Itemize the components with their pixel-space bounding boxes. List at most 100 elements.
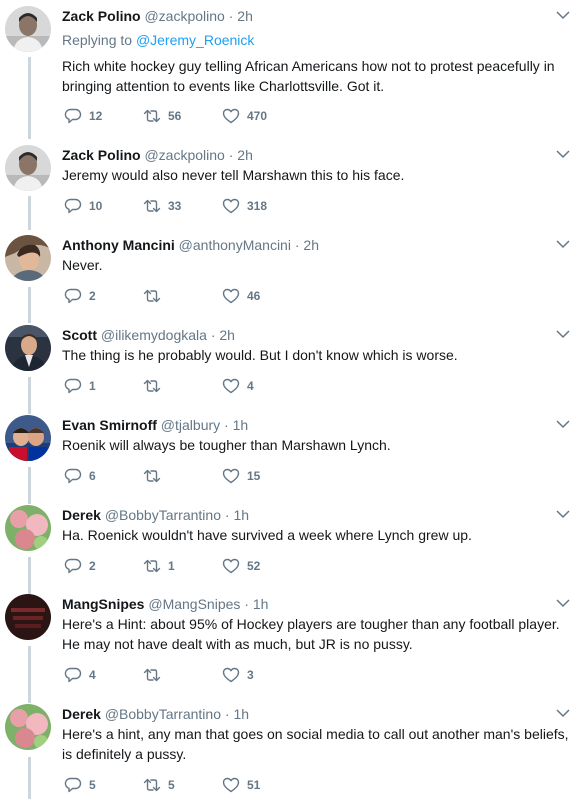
separator: · (224, 706, 230, 722)
reply-icon (64, 777, 82, 793)
display-name[interactable]: Derek (62, 706, 101, 722)
chevron-down-icon[interactable] (556, 239, 570, 249)
avatar[interactable] (5, 325, 51, 371)
chevron-down-icon[interactable] (556, 329, 570, 339)
tweet-text: Ha. Roenick wouldn't have survived a wee… (62, 527, 472, 543)
avatar[interactable] (5, 145, 51, 191)
retweet-button[interactable] (143, 376, 168, 396)
retweet-icon (143, 469, 161, 483)
chevron-down-icon[interactable] (556, 419, 570, 429)
username[interactable]: @ilikemydogkala (101, 327, 207, 343)
username[interactable]: @zackpolino (144, 8, 224, 24)
reply-count: 4 (89, 668, 96, 682)
chevron-down-icon[interactable] (556, 598, 570, 608)
reply-button[interactable]: 6 (64, 466, 96, 486)
avatar[interactable] (5, 415, 51, 461)
reply-icon (64, 198, 82, 214)
tweet-text: Here's a hint, any man that goes on soci… (62, 726, 569, 762)
reply-button[interactable]: 2 (64, 286, 96, 306)
timestamp[interactable]: 2h (237, 147, 253, 163)
avatar[interactable] (5, 6, 51, 52)
separator: · (224, 417, 229, 433)
chevron-down-icon[interactable] (556, 708, 570, 718)
thread-line (28, 287, 31, 323)
reply-icon (64, 288, 82, 304)
reply-icon (64, 667, 82, 683)
reply-count: 10 (89, 199, 103, 213)
reply-button[interactable]: 12 (64, 106, 102, 126)
retweet-button[interactable]: 5 (143, 775, 175, 795)
retweet-icon (143, 199, 161, 213)
timestamp[interactable]: 2h (237, 8, 253, 24)
replying-to-link[interactable]: @Jeremy_Roenick (136, 32, 254, 48)
separator: · (244, 596, 249, 612)
avatar[interactable] (5, 505, 51, 551)
retweet-button[interactable] (143, 466, 168, 486)
reply-icon (64, 378, 82, 394)
username[interactable]: @BobbyTarrantino (105, 507, 221, 523)
timestamp[interactable]: 1h (233, 417, 249, 433)
username[interactable]: @tjalbury (161, 417, 220, 433)
like-button[interactable]: 318 (222, 196, 267, 216)
retweet-icon (143, 559, 161, 573)
like-button[interactable]: 470 (222, 106, 267, 126)
reply-button[interactable]: 1 (64, 376, 96, 396)
reply-count: 6 (89, 469, 96, 483)
separator: · (228, 8, 234, 24)
retweet-button[interactable]: 1 (143, 556, 175, 576)
retweet-icon (143, 109, 161, 123)
like-button[interactable]: 52 (222, 556, 260, 576)
username[interactable]: @MangSnipes (148, 596, 240, 612)
reply-button[interactable]: 4 (64, 665, 96, 685)
tweet-text: The thing is he probably would. But I do… (62, 347, 458, 363)
display-name[interactable]: Evan Smirnoff (62, 417, 157, 433)
username[interactable]: @zackpolino (144, 147, 224, 163)
tweet-text: Here's a Hint: about 95% of Hockey playe… (62, 616, 560, 652)
retweet-button[interactable] (143, 286, 168, 306)
display-name[interactable]: Anthony Mancini (62, 237, 175, 253)
timestamp[interactable]: 2h (303, 237, 319, 253)
retweet-count: 33 (168, 199, 182, 213)
like-button[interactable]: 46 (222, 286, 260, 306)
reply-count: 2 (89, 289, 96, 303)
reply-button[interactable]: 10 (64, 196, 102, 216)
retweet-button[interactable]: 56 (143, 106, 181, 126)
like-button[interactable]: 51 (222, 775, 260, 795)
heart-icon (222, 108, 240, 124)
like-button[interactable]: 4 (222, 376, 254, 396)
timestamp[interactable]: 1h (233, 507, 249, 523)
like-button[interactable]: 15 (222, 466, 260, 486)
display-name[interactable]: Derek (62, 507, 101, 523)
retweet-button[interactable] (143, 665, 168, 685)
avatar[interactable] (5, 235, 51, 281)
tweet-header: MangSnipes @MangSnipes · 1h (62, 594, 268, 614)
like-button[interactable]: 3 (222, 665, 254, 685)
username[interactable]: @anthonyMancini (179, 237, 291, 253)
reply-count: 1 (89, 379, 96, 393)
avatar[interactable] (5, 594, 51, 640)
like-count: 4 (247, 379, 254, 393)
display-name[interactable]: Scott (62, 327, 97, 343)
reply-button[interactable]: 2 (64, 556, 96, 576)
timestamp[interactable]: 2h (219, 327, 235, 343)
display-name[interactable]: Zack Polino (62, 147, 141, 163)
tweet-text: Roenik will always be tougher than Marsh… (62, 437, 391, 453)
timestamp[interactable]: 1h (233, 706, 249, 722)
timestamp[interactable]: 1h (253, 596, 269, 612)
separator: · (228, 147, 234, 163)
display-name[interactable]: MangSnipes (62, 596, 144, 612)
reply-count: 2 (89, 559, 96, 573)
chevron-down-icon[interactable] (556, 509, 570, 519)
tweet-text: Never. (62, 257, 103, 273)
thread-line (28, 57, 31, 139)
username[interactable]: @BobbyTarrantino (105, 706, 221, 722)
display-name[interactable]: Zack Polino (62, 8, 141, 24)
like-count: 51 (247, 778, 261, 792)
retweet-button[interactable]: 33 (143, 196, 181, 216)
chevron-down-icon[interactable] (556, 149, 570, 159)
avatar[interactable] (5, 704, 51, 750)
tweet-header: Derek @BobbyTarrantino · 1h (62, 704, 249, 724)
reply-button[interactable]: 5 (64, 775, 96, 795)
chevron-down-icon[interactable] (556, 10, 570, 20)
heart-icon (222, 288, 240, 304)
